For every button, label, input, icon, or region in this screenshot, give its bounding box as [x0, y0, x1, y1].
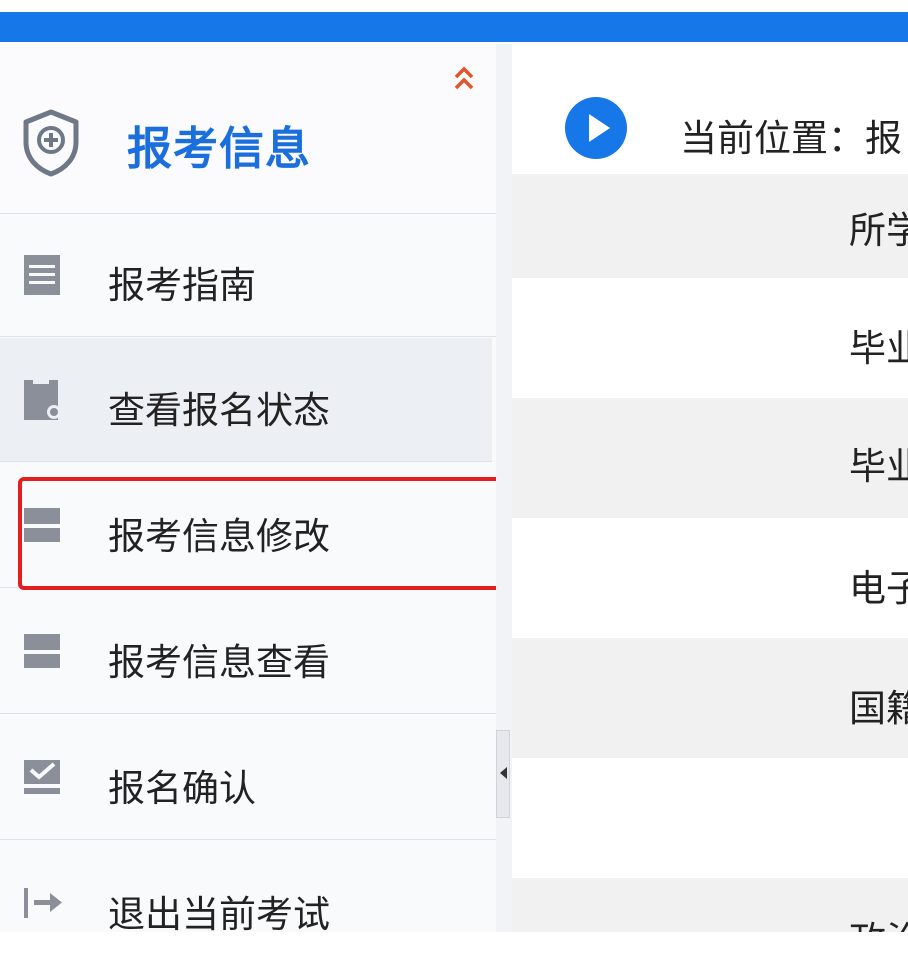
sidebar-item-label: 报名确认 — [108, 767, 256, 810]
sidebar-collapse-handle[interactable] — [496, 730, 510, 818]
sidebar-item-view-info[interactable]: 报考信息查看 — [0, 590, 496, 714]
double-chevron-up-icon[interactable] — [452, 64, 476, 92]
sidebar-item-exam-guide[interactable]: 报考指南 — [0, 213, 496, 337]
top-header-band — [0, 12, 908, 42]
chevron-left-icon — [500, 767, 507, 779]
top-bar — [0, 0, 908, 44]
sidebar: 报考信息 报考指南 查看报名状态 报考信息修改 报考信息查看 报名确认 退出当前… — [0, 44, 496, 936]
sidebar-item-label: 报考信息查看 — [108, 641, 330, 684]
breadcrumb-text: 当前位置：报 — [680, 117, 902, 160]
document-lines-icon — [24, 255, 60, 295]
view-bars-icon — [24, 634, 60, 668]
sidebar-item-edit-info[interactable]: 报考信息修改 — [0, 464, 496, 588]
form-row-label: 政治 — [849, 910, 908, 932]
checkbox-icon — [24, 760, 60, 794]
form-row: 政治 — [512, 878, 908, 932]
sidebar-item-registration-status[interactable]: 查看报名状态 — [0, 338, 492, 462]
form-row-label: 电子 — [849, 567, 908, 610]
sidebar-item-label: 报考指南 — [108, 264, 256, 307]
sidebar-item-exit-exam[interactable]: 退出当前考试 — [0, 842, 496, 966]
form-row: 所学 — [512, 174, 908, 278]
form-row — [512, 758, 908, 878]
breadcrumb: 当前位置：报 — [512, 44, 908, 172]
sidebar-item-label: 查看报名状态 — [108, 389, 330, 432]
sidebar-title: 报考信息 — [127, 122, 312, 175]
form-row: 国籍 — [512, 638, 908, 758]
form-row-label: 国籍 — [849, 687, 908, 730]
form-row: 电子 — [512, 518, 908, 638]
form-row-label: 所学 — [849, 209, 908, 252]
form-row-label: 毕业 — [849, 327, 908, 370]
form-row-label: 毕业 — [849, 445, 908, 488]
shield-plus-icon — [23, 109, 79, 177]
edit-bars-icon — [24, 508, 60, 542]
form-row: 毕业 — [512, 278, 908, 398]
main-content: 当前位置：报 所学 毕业 毕业 电子 国籍 政治 — [512, 44, 908, 932]
form-row: 毕业 — [512, 398, 908, 518]
exit-arrow-icon — [24, 888, 62, 918]
sidebar-item-confirm[interactable]: 报名确认 — [0, 716, 496, 840]
document-search-icon — [24, 378, 61, 420]
play-circle-icon — [565, 97, 627, 159]
sidebar-header: 报考信息 — [0, 44, 496, 214]
sidebar-item-label: 报考信息修改 — [108, 515, 330, 558]
sidebar-item-label: 退出当前考试 — [108, 893, 330, 936]
